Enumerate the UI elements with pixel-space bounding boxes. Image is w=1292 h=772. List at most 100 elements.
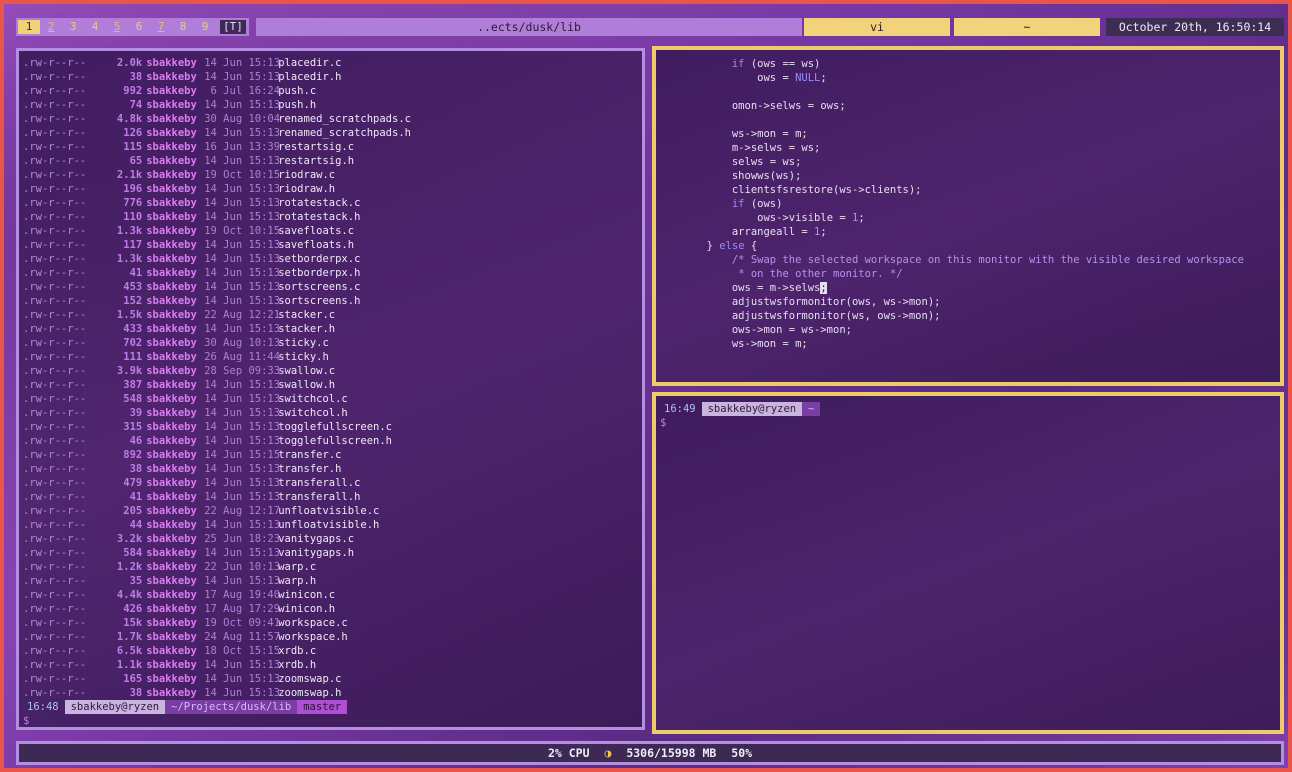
- tag-1[interactable]: 1: [18, 20, 40, 34]
- file-date: 30 Aug 10:13: [204, 337, 281, 349]
- tag-9[interactable]: 9: [194, 20, 216, 34]
- terminal-window[interactable]: 16:49 sbakkeby@ryzen ~ $: [652, 392, 1284, 734]
- file-user: sbakkeby: [146, 211, 197, 223]
- code-line: m->selws = ws;: [656, 141, 821, 155]
- file-user: sbakkeby: [146, 253, 197, 265]
- code-line: ows = m->selws;: [656, 281, 827, 295]
- file-name: savefloats.h: [278, 239, 355, 251]
- prompt-time: 16:48: [27, 701, 59, 713]
- prompt-git-branch: master: [297, 700, 348, 714]
- desktop-frame: 1 2 3 4 5 6 7 8 9 [T] ..ects/dusk/lib vi…: [4, 4, 1288, 768]
- tag-7[interactable]: 7: [150, 20, 172, 34]
- file-user: sbakkeby: [146, 505, 197, 517]
- clock: October 20th, 16:50:14: [1106, 18, 1284, 36]
- code-line: ws->mon = m;: [656, 127, 808, 141]
- file-size: 992: [123, 85, 143, 97]
- file-name: transferall.h: [278, 491, 361, 503]
- code-token: adjustwsformonitor(ws, ows->mon);: [731, 310, 941, 322]
- file-user: sbakkeby: [146, 85, 197, 97]
- file-date: 14 Jun 15:13: [204, 435, 281, 447]
- tag-3[interactable]: 3: [62, 20, 84, 34]
- file-name: togglefullscreen.c: [278, 421, 393, 433]
- percent-value: 50%: [731, 746, 753, 760]
- file-user: sbakkeby: [146, 575, 197, 587]
- list-item: .rw-r--r-- 776 sbakkeby 14 Jun 15:13rotates…: [23, 196, 360, 210]
- code-token: ;: [858, 212, 865, 224]
- file-date: 14 Jun 15:13: [204, 267, 281, 279]
- prompt-symbol[interactable]: $: [660, 416, 666, 430]
- file-date: 14 Jun 15:13: [204, 393, 281, 405]
- file-name: setborderpx.h: [278, 267, 361, 279]
- tag-8[interactable]: 8: [172, 20, 194, 34]
- file-perm: .rw-r--r--: [23, 645, 87, 657]
- file-size: 387: [123, 379, 143, 391]
- file-perm: .rw-r--r--: [23, 155, 87, 167]
- file-date: 19 Oct 10:15: [204, 225, 281, 237]
- code-token: {: [744, 240, 758, 252]
- file-user: sbakkeby: [146, 463, 197, 475]
- code-token: else: [719, 240, 745, 252]
- file-perm: .rw-r--r--: [23, 225, 87, 237]
- code-token: ;: [820, 226, 827, 238]
- code-token: ws->mon = m;: [731, 338, 808, 350]
- code-token: /* Swap the selected workspace on this m…: [731, 254, 1244, 266]
- file-perm: .rw-r--r--: [23, 687, 87, 699]
- file-user: sbakkeby: [146, 57, 197, 69]
- file-size: 479: [123, 477, 143, 489]
- file-perm: .rw-r--r--: [23, 449, 87, 461]
- tag-5[interactable]: 5: [106, 20, 128, 34]
- file-user: sbakkeby: [146, 659, 197, 671]
- file-size: 6.5k: [116, 645, 143, 657]
- list-item: .rw-r--r-- 126 sbakkeby 14 Jun 15:13renamed…: [23, 126, 411, 140]
- file-perm: .rw-r--r--: [23, 435, 87, 447]
- file-date: 14 Jun 15:13: [204, 687, 281, 699]
- layout-indicator[interactable]: [T]: [220, 20, 246, 34]
- file-perm: .rw-r--r--: [23, 267, 87, 279]
- list-item: .rw-r--r-- 35 sbakkeby 14 Jun 15:13warp.h: [23, 574, 316, 588]
- status-home: ~: [954, 18, 1100, 36]
- list-item: .rw-r--r-- 1.5k sbakkeby 22 Aug 12:21stacke…: [23, 308, 335, 322]
- code-token: selws = ws;: [731, 156, 802, 168]
- code-token: ;: [820, 282, 827, 294]
- file-date: 17 Aug 19:40: [204, 589, 281, 601]
- file-user: sbakkeby: [146, 309, 197, 321]
- file-perm: .rw-r--r--: [23, 239, 87, 251]
- list-item: .rw-r--r-- 115 sbakkeby 16 Jun 13:39restart…: [23, 140, 354, 154]
- file-perm: .rw-r--r--: [23, 253, 87, 265]
- file-user: sbakkeby: [146, 519, 197, 531]
- file-perm: .rw-r--r--: [23, 505, 87, 517]
- code-line: clientsfsrestore(ws->clients);: [656, 183, 922, 197]
- window-title[interactable]: ..ects/dusk/lib: [256, 18, 802, 36]
- cpu-usage: 2% CPU: [547, 746, 590, 760]
- tag-4[interactable]: 4: [84, 20, 106, 34]
- tag-2[interactable]: 2: [40, 20, 62, 34]
- file-listing-terminal[interactable]: .rw-r--r-- 2.0k sbakkeby 14 Jun 15:13placed…: [16, 48, 645, 730]
- list-item: .rw-r--r-- 15k sbakkeby 19 Oct 09:41workspa…: [23, 616, 348, 630]
- top-statusbar: 1 2 3 4 5 6 7 8 9 [T] ..ects/dusk/lib vi…: [16, 18, 1284, 36]
- prompt-path: ~/Projects/dusk/lib: [165, 700, 298, 714]
- file-size: 38: [129, 463, 143, 475]
- prompt-symbol[interactable]: $: [23, 714, 29, 727]
- file-name: togglefullscreen.h: [278, 435, 393, 447]
- list-item: .rw-r--r-- 3.2k sbakkeby 25 Jun 18:23vanity…: [23, 532, 354, 546]
- file-perm: .rw-r--r--: [23, 281, 87, 293]
- file-date: 14 Jun 15:13: [204, 659, 281, 671]
- file-user: sbakkeby: [146, 435, 197, 447]
- tag-6[interactable]: 6: [128, 20, 150, 34]
- list-item: .rw-r--r-- 1.2k sbakkeby 22 Jun 10:13warp.c: [23, 560, 316, 574]
- list-item: .rw-r--r-- 4.8k sbakkeby 30 Aug 10:04rename…: [23, 112, 411, 126]
- file-name: restartsig.h: [278, 155, 355, 167]
- file-perm: .rw-r--r--: [23, 85, 87, 97]
- file-user: sbakkeby: [146, 197, 197, 209]
- list-item: .rw-r--r-- 548 sbakkeby 14 Jun 15:13switchc…: [23, 392, 348, 406]
- prompt-user-host: sbakkeby@ryzen: [701, 402, 803, 416]
- file-name: sticky.c: [278, 337, 329, 349]
- code-line: /* Swap the selected workspace on this m…: [656, 253, 1244, 267]
- editor-window[interactable]: if (ows == ws) ows = NULL; omon->selws =…: [652, 46, 1284, 386]
- file-size: 3.9k: [116, 365, 143, 377]
